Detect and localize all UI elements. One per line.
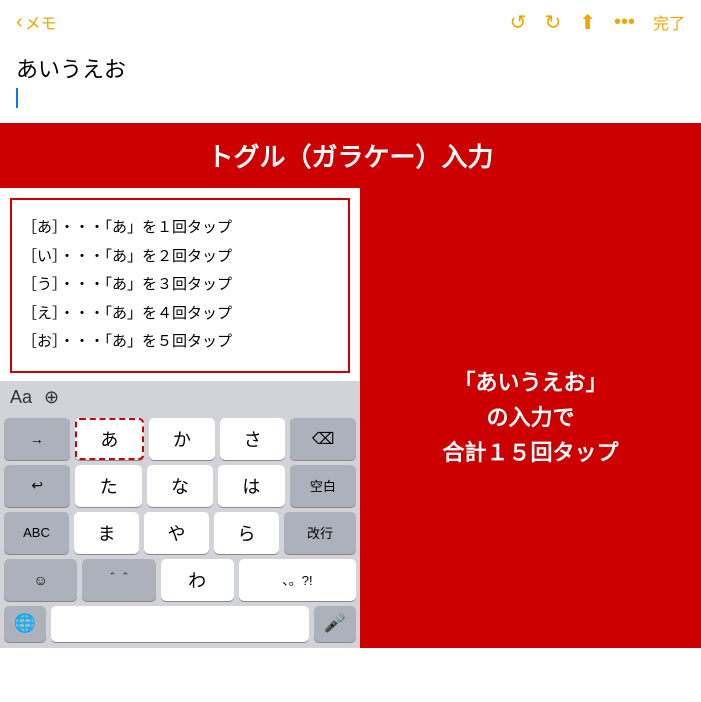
note-area: あいうえお (0, 44, 701, 113)
key-sa[interactable]: さ (220, 418, 286, 460)
key-return-left[interactable]: ↩ (4, 465, 70, 507)
keyboard-row-2: ↩ た な は 空白 (4, 465, 356, 507)
back-chevron-icon: ‹ (16, 11, 23, 34)
note-title: あいうえお (16, 52, 685, 84)
key-ha[interactable]: は (218, 465, 284, 507)
key-kaigyo[interactable]: 改行 (284, 512, 356, 554)
key-dakuten[interactable]: ＾＾ (82, 559, 155, 601)
nav-icons: ↺ ↻ ⬆ ••• 完了 (510, 10, 685, 35)
keyboard-bottom-row: 🌐 🎤 (4, 606, 356, 642)
key-a[interactable]: あ (75, 418, 145, 460)
nav-bar: ‹ メモ ↺ ↻ ⬆ ••• 完了 (0, 0, 701, 44)
key-ra[interactable]: ら (214, 512, 279, 554)
instruction-row-4: ［え］・・・「あ」を４回タップ (22, 300, 338, 329)
key-na[interactable]: な (147, 465, 213, 507)
done-button[interactable]: 完了 (653, 10, 685, 34)
key-ta[interactable]: た (75, 465, 141, 507)
back-label: メモ (25, 10, 57, 34)
key-spacebar[interactable] (51, 606, 309, 642)
format-icon[interactable]: ⊕ (44, 387, 59, 408)
key-space[interactable]: 空白 (290, 465, 356, 507)
redo-icon[interactable]: ↻ (544, 10, 561, 35)
right-panel: 「あいうえお」の入力で合計１５回タップ (360, 188, 701, 648)
key-punctuation[interactable]: 、。?! (239, 559, 356, 601)
keyboard-row-4: ☺ ＾＾ わ 、。?! (4, 559, 356, 601)
key-mic[interactable]: 🎤 (314, 606, 356, 642)
key-abc[interactable]: ABC (4, 512, 69, 554)
key-ma[interactable]: ま (74, 512, 139, 554)
keyboard-row-3: ABC ま や ら 改行 (4, 512, 356, 554)
more-icon[interactable]: ••• (614, 11, 635, 34)
left-panel: ［あ］・・・「あ」を１回タップ ［い］・・・「あ」を２回タップ ［う］・・・「あ… (0, 188, 360, 648)
main-content: ［あ］・・・「あ」を１回タップ ［い］・・・「あ」を２回タップ ［う］・・・「あ… (0, 188, 701, 648)
instruction-row-3: ［う］・・・「あ」を３回タップ (22, 271, 338, 300)
undo-icon[interactable]: ↺ (510, 10, 527, 35)
instruction-row-5: ［お］・・・「あ」を５回タップ (22, 328, 338, 357)
keyboard-toolbar: Aa ⊕ (0, 381, 360, 414)
keyboard-row-1: → あ か さ ⌫ (4, 418, 356, 460)
key-wa[interactable]: わ (161, 559, 234, 601)
key-ya[interactable]: や (144, 512, 209, 554)
text-cursor (16, 88, 18, 108)
key-ka[interactable]: か (149, 418, 215, 460)
share-icon[interactable]: ⬆ (579, 10, 596, 35)
keyboard: → あ か さ ⌫ ↩ た な は 空白 ABC ま や ら 改行 (0, 414, 360, 648)
right-panel-text: 「あいうえお」の入力で合計１５回タップ (442, 365, 618, 471)
instruction-row-1: ［あ］・・・「あ」を１回タップ (22, 214, 338, 243)
key-backspace[interactable]: ⌫ (290, 418, 356, 460)
instruction-row-2: ［い］・・・「あ」を２回タップ (22, 243, 338, 272)
key-arrow[interactable]: → (4, 418, 70, 460)
back-button[interactable]: ‹ メモ (16, 10, 57, 34)
instructions-box: ［あ］・・・「あ」を１回タップ ［い］・・・「あ」を２回タップ ［う］・・・「あ… (10, 198, 350, 373)
key-emoji[interactable]: ☺ (4, 559, 77, 601)
toggle-banner: トグル（ガラケー）入力 (0, 123, 701, 188)
font-size-icon[interactable]: Aa (10, 387, 32, 408)
key-globe[interactable]: 🌐 (4, 606, 46, 642)
